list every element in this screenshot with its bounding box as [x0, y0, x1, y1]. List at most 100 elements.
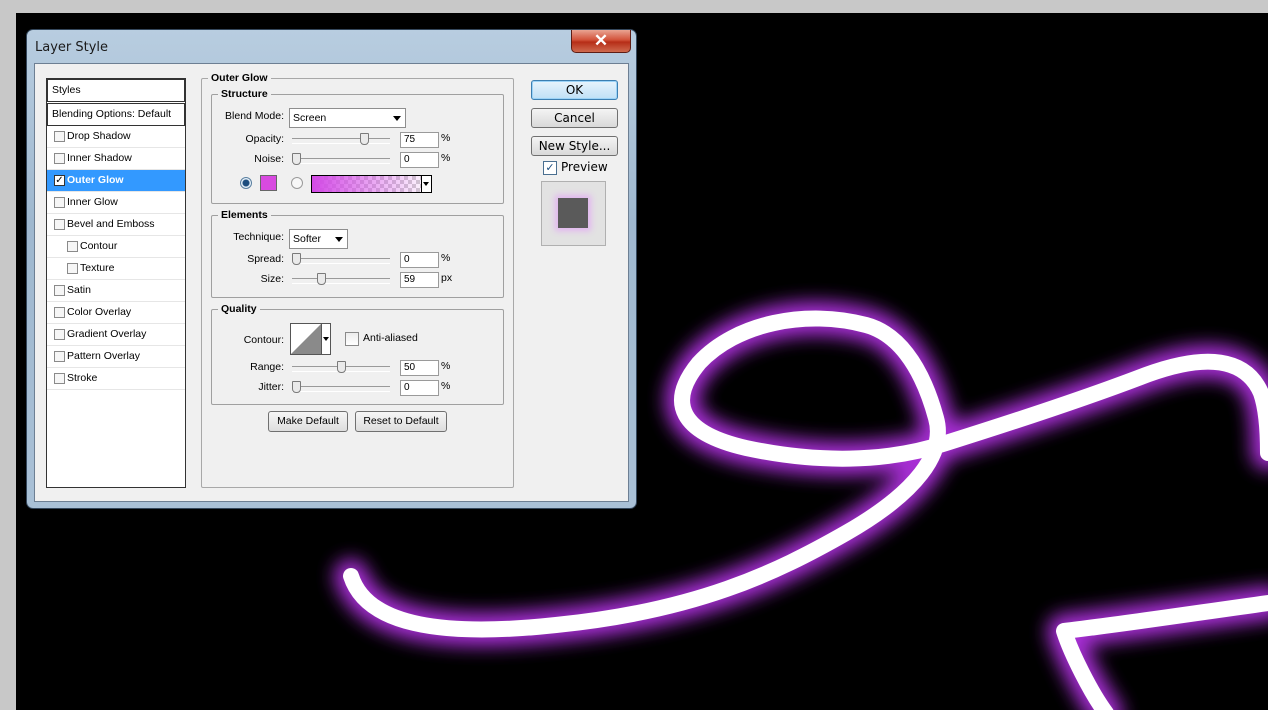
preview-label: Preview — [561, 160, 608, 174]
contour-picker[interactable] — [290, 323, 331, 355]
style-item-texture[interactable]: Texture — [47, 258, 185, 280]
outer-glow-title: Outer Glow — [208, 72, 271, 84]
range-unit: % — [441, 360, 451, 372]
style-item-label: Bevel and Emboss — [67, 218, 155, 230]
opacity-label: Opacity: — [245, 133, 284, 145]
quality-legend: Quality — [218, 303, 260, 315]
chevron-down-icon — [323, 337, 329, 341]
structure-legend: Structure — [218, 88, 271, 100]
gradient-radio[interactable] — [291, 177, 303, 189]
style-item-inner-shadow[interactable]: Inner Shadow — [47, 148, 185, 170]
style-item-outer-glow[interactable]: ✓ Outer Glow — [47, 170, 185, 192]
make-default-button[interactable]: Make Default — [268, 411, 348, 432]
glow-gradient-picker[interactable] — [311, 175, 432, 193]
size-unit: px — [441, 272, 453, 284]
noise-unit: % — [441, 152, 451, 164]
styles-list: Styles Blending Options: Default Drop Sh… — [46, 78, 186, 488]
inner-glow-checkbox[interactable] — [54, 197, 65, 208]
noise-slider-thumb[interactable] — [292, 153, 301, 165]
spread-input[interactable]: 0 — [400, 252, 439, 268]
bevel-emboss-checkbox[interactable] — [54, 219, 65, 230]
new-style-button[interactable]: New Style... — [531, 136, 618, 156]
opacity-slider-thumb[interactable] — [360, 133, 369, 145]
contour-checkbox[interactable] — [67, 241, 78, 252]
glow-color-swatch[interactable] — [260, 175, 277, 191]
spread-slider-thumb[interactable] — [292, 253, 301, 265]
style-item-label: Pattern Overlay — [67, 350, 140, 362]
noise-slider[interactable] — [292, 153, 390, 165]
style-item-label: Contour — [80, 240, 118, 252]
style-item-label: Drop Shadow — [67, 130, 131, 142]
color-radio[interactable] — [240, 177, 252, 189]
style-item-drop-shadow[interactable]: Drop Shadow — [47, 126, 185, 148]
styles-header[interactable]: Styles — [47, 79, 185, 102]
range-input[interactable]: 50 — [400, 360, 439, 376]
chevron-down-icon — [423, 182, 429, 186]
ok-button[interactable]: OK — [531, 80, 618, 100]
style-item-label: Gradient Overlay — [67, 328, 147, 340]
style-preview-thumbnail — [541, 181, 606, 246]
range-slider[interactable] — [292, 361, 390, 373]
jitter-slider-thumb[interactable] — [292, 381, 301, 393]
reset-to-default-button[interactable]: Reset to Default — [355, 411, 447, 432]
cancel-button[interactable]: Cancel — [531, 108, 618, 128]
anti-aliased-label: Anti-aliased — [363, 332, 418, 344]
technique-value: Softer — [293, 233, 322, 245]
style-item-bevel-emboss[interactable]: Bevel and Emboss — [47, 214, 185, 236]
quality-group: Quality Contour: Anti-aliased Range: 50 … — [211, 303, 504, 405]
style-item-label: Color Overlay — [67, 306, 132, 318]
style-item-satin[interactable]: Satin — [47, 280, 185, 302]
anti-aliased-checkbox[interactable] — [345, 332, 359, 346]
range-label: Range: — [250, 361, 284, 373]
contour-dropdown-arrow[interactable] — [321, 324, 330, 354]
range-slider-thumb[interactable] — [337, 361, 346, 373]
opacity-unit: % — [441, 132, 451, 144]
close-icon: ✕ — [593, 31, 609, 50]
jitter-unit: % — [441, 380, 451, 392]
style-item-inner-glow[interactable]: Inner Glow — [47, 192, 185, 214]
styles-header-label: Styles — [52, 84, 81, 96]
blend-mode-label: Blend Mode: — [225, 110, 284, 122]
noise-input[interactable]: 0 — [400, 152, 439, 168]
structure-group: Structure Blend Mode: Screen Opacity: 75… — [211, 88, 504, 204]
stroke-checkbox[interactable] — [54, 373, 65, 384]
jitter-input[interactable]: 0 — [400, 380, 439, 396]
inner-shadow-checkbox[interactable] — [54, 153, 65, 164]
style-item-stroke[interactable]: Stroke — [47, 368, 185, 390]
preview-checkbox[interactable]: ✓ — [543, 161, 557, 175]
style-item-pattern-overlay[interactable]: Pattern Overlay — [47, 346, 185, 368]
gradient-dropdown-arrow[interactable] — [421, 176, 431, 192]
opacity-input[interactable]: 75 — [400, 132, 439, 148]
blend-mode-value: Screen — [293, 112, 327, 124]
spread-label: Spread: — [247, 253, 284, 265]
style-item-label: Satin — [67, 284, 91, 296]
blend-mode-select[interactable]: Screen — [289, 108, 406, 128]
close-button[interactable]: ✕ — [571, 30, 631, 53]
contour-preview-icon — [291, 324, 321, 354]
gradient-overlay-checkbox[interactable] — [54, 329, 65, 340]
elements-legend: Elements — [218, 209, 271, 221]
technique-select[interactable]: Softer — [289, 229, 348, 249]
opacity-slider[interactable] — [292, 133, 390, 145]
size-slider[interactable] — [292, 273, 390, 285]
style-item-contour[interactable]: Contour — [47, 236, 185, 258]
style-item-label: Outer Glow — [67, 174, 124, 186]
spread-slider[interactable] — [292, 253, 390, 265]
style-item-gradient-overlay[interactable]: Gradient Overlay — [47, 324, 185, 346]
color-overlay-checkbox[interactable] — [54, 307, 65, 318]
pattern-overlay-checkbox[interactable] — [54, 351, 65, 362]
dialog-title: Layer Style — [35, 40, 109, 55]
size-input[interactable]: 59 — [400, 272, 439, 288]
noise-label: Noise: — [254, 153, 284, 165]
satin-checkbox[interactable] — [54, 285, 65, 296]
dialog-titlebar[interactable]: Layer Style ✕ — [27, 30, 636, 64]
chevron-down-icon — [393, 116, 401, 121]
style-item-color-overlay[interactable]: Color Overlay — [47, 302, 185, 324]
jitter-slider[interactable] — [292, 381, 390, 393]
drop-shadow-checkbox[interactable] — [54, 131, 65, 142]
outer-glow-checkbox[interactable]: ✓ — [54, 175, 65, 186]
size-slider-thumb[interactable] — [317, 273, 326, 285]
blending-options-item[interactable]: Blending Options: Default — [47, 103, 185, 126]
size-label: Size: — [260, 273, 284, 285]
texture-checkbox[interactable] — [67, 263, 78, 274]
